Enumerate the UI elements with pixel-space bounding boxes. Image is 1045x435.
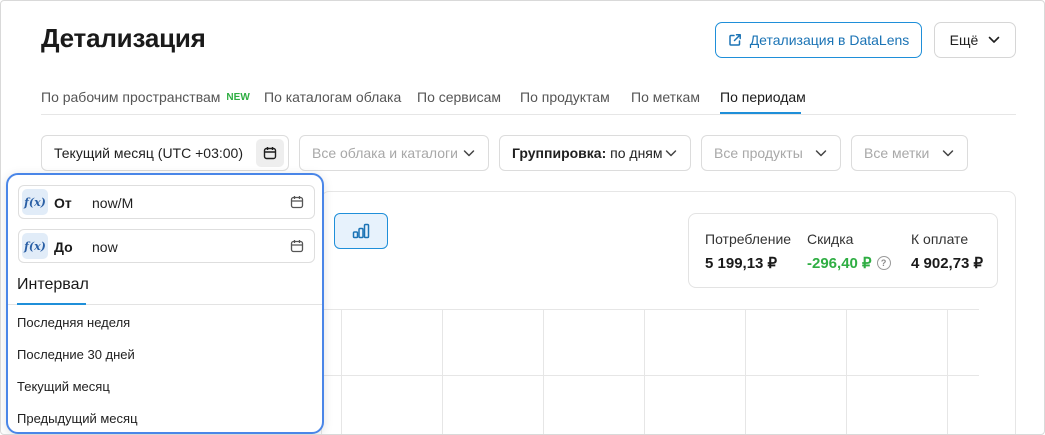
grid-line: [745, 309, 746, 434]
payment-block: К оплате 4 902,73 ₽: [911, 231, 983, 272]
tabs-bar: По рабочим пространствам NEW По каталогам…: [41, 81, 1016, 115]
chevron-down-icon: [815, 150, 827, 157]
function-icon[interactable]: f(x): [22, 189, 48, 215]
tab-workspaces[interactable]: По рабочим пространствам NEW: [41, 89, 250, 105]
grid-line: [846, 309, 847, 434]
payment-value: 4 902,73 ₽: [911, 255, 984, 272]
grid-line: [947, 309, 948, 434]
grid-line: [322, 309, 979, 310]
consumption-value: 5 199,13 ₽: [705, 255, 778, 272]
grid-line: [341, 309, 342, 434]
discount-value: -296,40 ₽: [807, 255, 872, 272]
calendar-icon[interactable]: [290, 195, 304, 209]
preset-current-month[interactable]: Текущий месяц: [17, 379, 110, 394]
calendar-icon[interactable]: [290, 239, 304, 253]
interval-tab[interactable]: Интервал: [17, 276, 89, 294]
tab-cloud-catalogs[interactable]: По каталогам облака: [264, 89, 401, 105]
payment-label: К оплате: [911, 231, 969, 247]
date-range-value: Текущий месяц (UTC +03:00): [54, 145, 243, 161]
calendar-button[interactable]: [256, 139, 284, 167]
grid-line: [543, 309, 544, 434]
labels-select[interactable]: Все метки: [851, 135, 968, 171]
date-range-select[interactable]: Текущий месяц (UTC +03:00): [41, 135, 289, 171]
chevron-down-icon: [942, 150, 954, 157]
help-icon[interactable]: ?: [876, 256, 891, 270]
discount-label: Скидка: [807, 231, 854, 247]
tab-periods[interactable]: По периодам: [720, 89, 806, 105]
consumption-block: Потребление 5 199,13 ₽: [705, 231, 791, 272]
chevron-down-icon: [463, 150, 475, 157]
summary-card: Потребление 5 199,13 ₽ Скидка -296,40 ₽ …: [688, 213, 998, 288]
products-placeholder: Все продукты: [714, 145, 803, 161]
labels-placeholder: Все метки: [864, 145, 930, 161]
from-label: От: [54, 195, 72, 211]
more-button[interactable]: Ещё: [934, 22, 1016, 58]
active-tab-indicator: [720, 112, 801, 114]
clouds-placeholder: Все облака и каталоги: [312, 145, 458, 161]
to-label: До: [54, 239, 73, 255]
tab-labels[interactable]: По меткам: [631, 89, 700, 105]
page-title: Детализация: [41, 23, 206, 53]
date-range-popup: f(x) От now/M f(x) До now Интервал После…: [6, 173, 324, 434]
consumption-label: Потребление: [705, 231, 792, 247]
new-badge: NEW: [226, 92, 250, 103]
grid-line: [442, 309, 443, 434]
grouping-value: по дням: [610, 145, 663, 161]
bar-chart-toggle[interactable]: [334, 213, 388, 249]
tab-services[interactable]: По сервисам: [417, 89, 501, 105]
discount-block: Скидка -296,40 ₽ ?: [807, 231, 891, 272]
discount-row: -296,40 ₽ ?: [807, 254, 891, 272]
grouping-label: Группировка:: [512, 145, 607, 161]
function-icon[interactable]: f(x): [22, 233, 48, 259]
preset-last-30-days[interactable]: Последние 30 дней: [17, 347, 135, 362]
active-tab-indicator: [17, 303, 86, 305]
clouds-select[interactable]: Все облака и каталоги: [299, 135, 489, 171]
to-value[interactable]: now: [92, 239, 118, 255]
grouping-select[interactable]: Группировка: по дням: [499, 135, 691, 171]
preset-previous-month[interactable]: Предыдущий месяц: [17, 411, 138, 426]
from-value[interactable]: now/M: [92, 195, 133, 211]
grid-line: [322, 375, 979, 376]
external-link-icon: [728, 34, 741, 46]
calendar-icon: [263, 147, 277, 160]
chevron-down-icon: [989, 36, 1000, 43]
grid-line: [644, 309, 645, 434]
more-button-label: Ещё: [949, 32, 979, 48]
to-field[interactable]: f(x) До now: [18, 229, 315, 263]
preset-last-week[interactable]: Последняя неделя: [17, 315, 130, 330]
billing-details-page: Детализация Детализация в DataLens Ещё П…: [0, 0, 1045, 435]
tab-products[interactable]: По продуктам: [520, 89, 610, 105]
datalens-button-label: Детализация в DataLens: [749, 32, 910, 48]
bar-chart-icon: [352, 223, 370, 239]
from-field[interactable]: f(x) От now/M: [18, 185, 315, 219]
tab-label: По рабочим пространствам: [41, 89, 221, 105]
chevron-down-icon: [665, 150, 677, 157]
products-select[interactable]: Все продукты: [701, 135, 841, 171]
datalens-button[interactable]: Детализация в DataLens: [715, 22, 922, 58]
